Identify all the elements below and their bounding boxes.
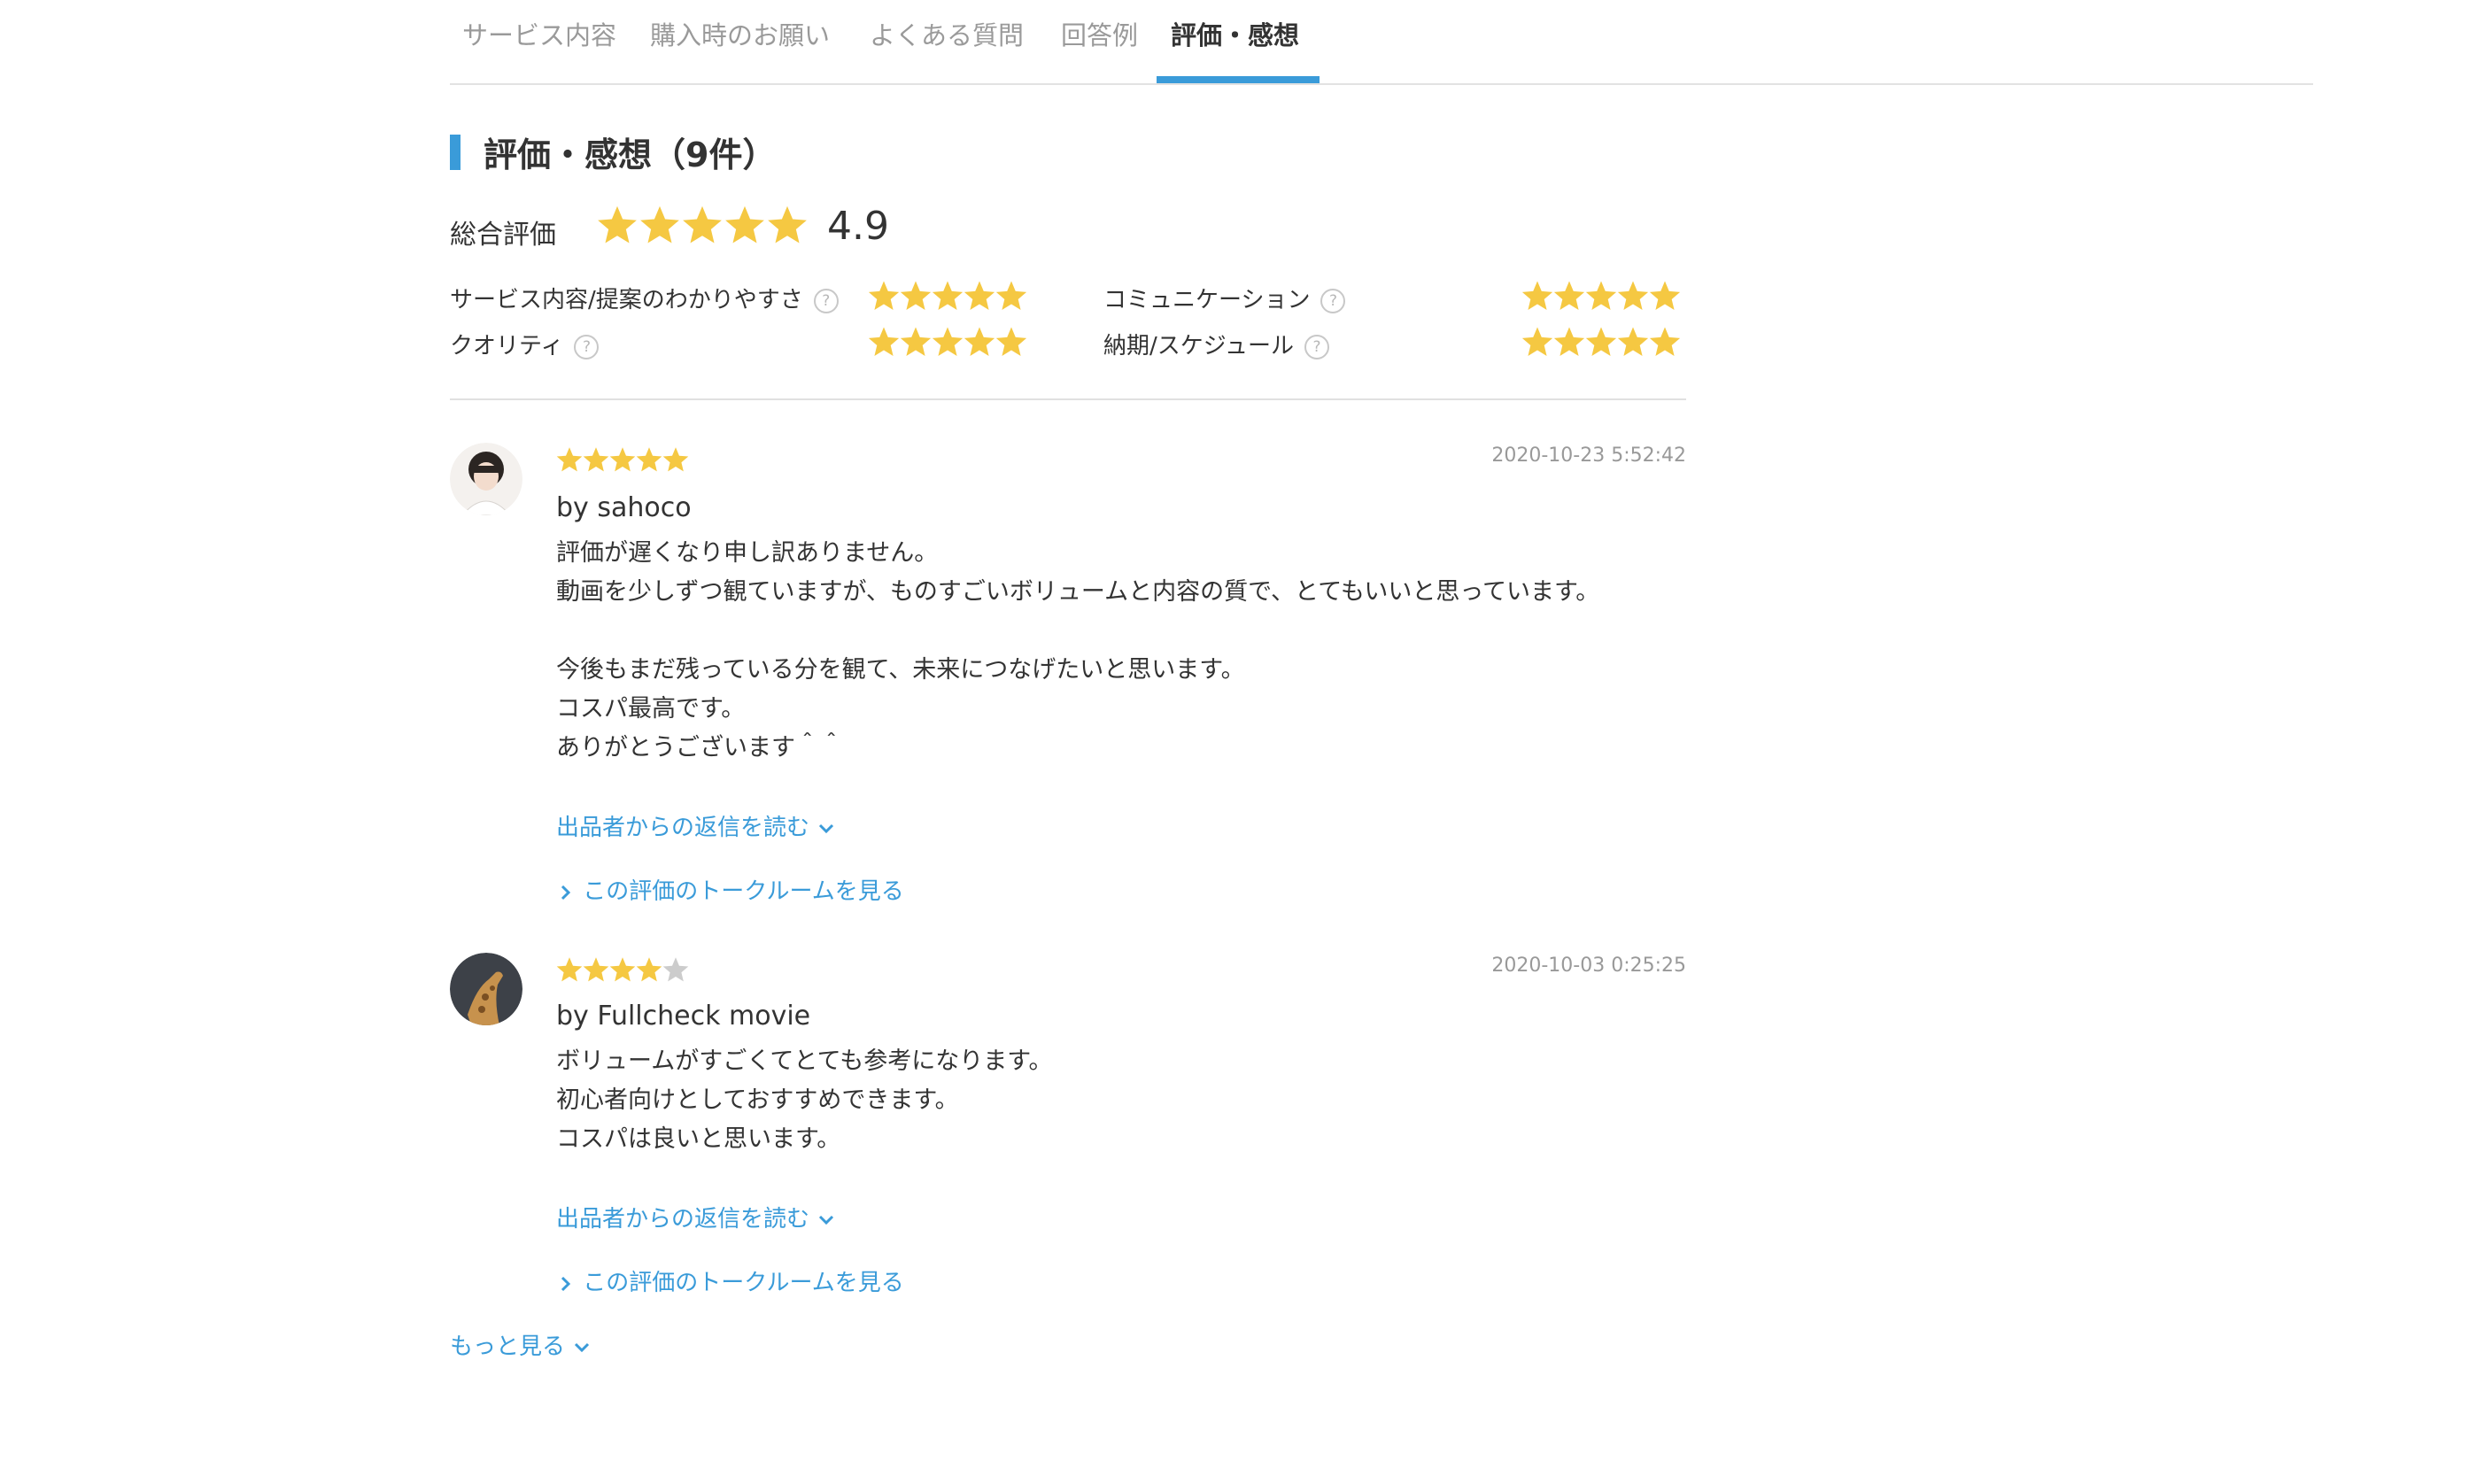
active-tab-indicator (1157, 76, 1320, 83)
review-star-rating (556, 447, 689, 472)
read-seller-reply-link[interactable]: 出品者からの返信を読む (556, 809, 836, 842)
review-text-line: ありがとうございます＾＾ (556, 734, 843, 761)
star-filled-icon (636, 957, 662, 982)
chevron-down-icon (575, 1342, 590, 1352)
star-filled-icon (598, 205, 637, 243)
sub-rating-label-text: コミュニケーション (1103, 287, 1311, 313)
star-filled-icon (556, 447, 583, 472)
star-filled-icon (583, 447, 609, 472)
chevron-right-icon (561, 1276, 571, 1291)
star-filled-icon (768, 205, 807, 243)
chevron-down-icon (819, 1215, 834, 1225)
star-filled-icon (609, 957, 636, 982)
tab-answer-examples[interactable]: 回答例 (1061, 0, 1138, 83)
review-text-line: 初心者向けとしておすすめできます。 (556, 1086, 959, 1114)
help-icon[interactable]: ? (813, 289, 839, 313)
tab-purchase-request[interactable]: 購入時のお願い (650, 0, 830, 83)
chevron-right-icon (561, 885, 571, 900)
show-more-label: もっと見る (450, 1333, 566, 1360)
star-filled-icon (932, 281, 964, 310)
star-filled-icon (995, 327, 1027, 356)
star-filled-icon (636, 447, 662, 472)
review-text-line: 今後もまだ残っている分を観て、未来につなげたいと思います。 (556, 656, 1245, 684)
sub-rating-label-communication: コミュニケーション? (1103, 282, 1346, 314)
star-filled-icon (1649, 281, 1681, 310)
star-filled-icon (640, 205, 679, 243)
review-text-line: コスパ最高です。 (556, 695, 746, 723)
view-talkroom-label: この評価のトークルームを見る (583, 1270, 904, 1296)
star-filled-icon (1585, 281, 1617, 310)
star-filled-icon (1617, 281, 1649, 310)
star-filled-icon (964, 327, 995, 356)
tab-reviews[interactable]: 評価・感想 (1171, 0, 1299, 83)
view-talkroom-link[interactable]: この評価のトークルームを見る (556, 873, 904, 906)
read-seller-reply-link[interactable]: 出品者からの返信を読む (556, 1201, 836, 1233)
overall-rating-label: 総合評価 (450, 220, 556, 251)
overall-score: 4.9 (827, 204, 889, 249)
sub-rating-label-schedule: 納期/スケジュール? (1103, 328, 1329, 360)
review-text-line: 評価が遅くなり申し訳ありません。 (556, 539, 939, 567)
review-star-rating (556, 957, 689, 982)
star-filled-icon (868, 281, 900, 310)
view-talkroom-label: この評価のトークルームを見る (583, 878, 904, 905)
star-filled-icon (683, 205, 722, 243)
review-author: by Fullcheck movie (556, 1001, 811, 1032)
star-filled-icon (1553, 327, 1585, 356)
sub-rating-stars-schedule (1521, 327, 1681, 356)
sub-rating-stars-communication (1521, 281, 1681, 310)
reviewer-avatar[interactable] (450, 443, 522, 515)
tab-bar: サービス内容 購入時のお願い よくある質問 回答例 評価・感想 (450, 0, 2313, 85)
star-filled-icon (662, 447, 689, 472)
star-filled-icon (868, 327, 900, 356)
chevron-down-icon (819, 823, 834, 833)
sub-rating-label-text: 納期/スケジュール (1103, 333, 1294, 359)
sub-rating-label-text: サービス内容/提案のわかりやすさ (450, 287, 803, 313)
tab-service-content[interactable]: サービス内容 (462, 0, 616, 83)
sub-rating-stars-quality (868, 327, 1027, 356)
sub-rating-label-quality: クオリティ? (450, 328, 600, 360)
help-icon[interactable]: ? (1304, 335, 1329, 359)
review-text-line: コスパは良いと思います。 (556, 1125, 841, 1153)
view-talkroom-link[interactable]: この評価のトークルームを見る (556, 1264, 904, 1297)
help-icon[interactable]: ? (1320, 289, 1346, 313)
star-filled-icon (609, 447, 636, 472)
review-section: サービス内容 購入時のお願い よくある質問 回答例 評価・感想 評価・感想（9件… (0, 0, 2469, 1484)
review-author: by sahoco (556, 492, 692, 523)
star-filled-icon (1617, 327, 1649, 356)
star-filled-icon (1649, 327, 1681, 356)
star-filled-icon (900, 327, 932, 356)
section-title: 評価・感想（9件） (484, 135, 777, 174)
overall-star-rating (598, 205, 807, 243)
star-filled-icon (556, 957, 583, 982)
star-filled-icon (1585, 327, 1617, 356)
section-divider (450, 398, 1686, 400)
show-more-link[interactable]: もっと見る (450, 1328, 592, 1361)
read-seller-reply-label: 出品者からの返信を読む (556, 815, 810, 841)
review-text-line: ボリュームがすごくてとても参考になります。 (556, 1047, 1053, 1075)
star-filled-icon (1553, 281, 1585, 310)
star-filled-icon (900, 281, 932, 310)
star-filled-icon (995, 281, 1027, 310)
title-accent-bar (450, 135, 461, 170)
sub-rating-label-clarity: サービス内容/提案のわかりやすさ? (450, 282, 839, 314)
review-text-line: 動画を少しずつ観ていますが、ものすごいボリュームと内容の質で、とてもいいと思って… (556, 578, 1600, 606)
tab-faq[interactable]: よくある質問 (870, 0, 1024, 83)
review-date: 2020-10-03 0:25:25 (1491, 955, 1686, 977)
star-empty-icon (662, 957, 689, 982)
help-icon[interactable]: ? (574, 335, 600, 359)
read-seller-reply-label: 出品者からの返信を読む (556, 1206, 810, 1233)
star-filled-icon (932, 327, 964, 356)
sub-rating-stars-clarity (868, 281, 1027, 310)
reviewer-avatar[interactable] (450, 953, 522, 1025)
star-filled-icon (1521, 281, 1553, 310)
star-filled-icon (583, 957, 609, 982)
star-filled-icon (1521, 327, 1553, 356)
star-filled-icon (725, 205, 764, 243)
star-filled-icon (964, 281, 995, 310)
review-date: 2020-10-23 5:52:42 (1491, 444, 1686, 467)
sub-rating-label-text: クオリティ (450, 333, 564, 359)
